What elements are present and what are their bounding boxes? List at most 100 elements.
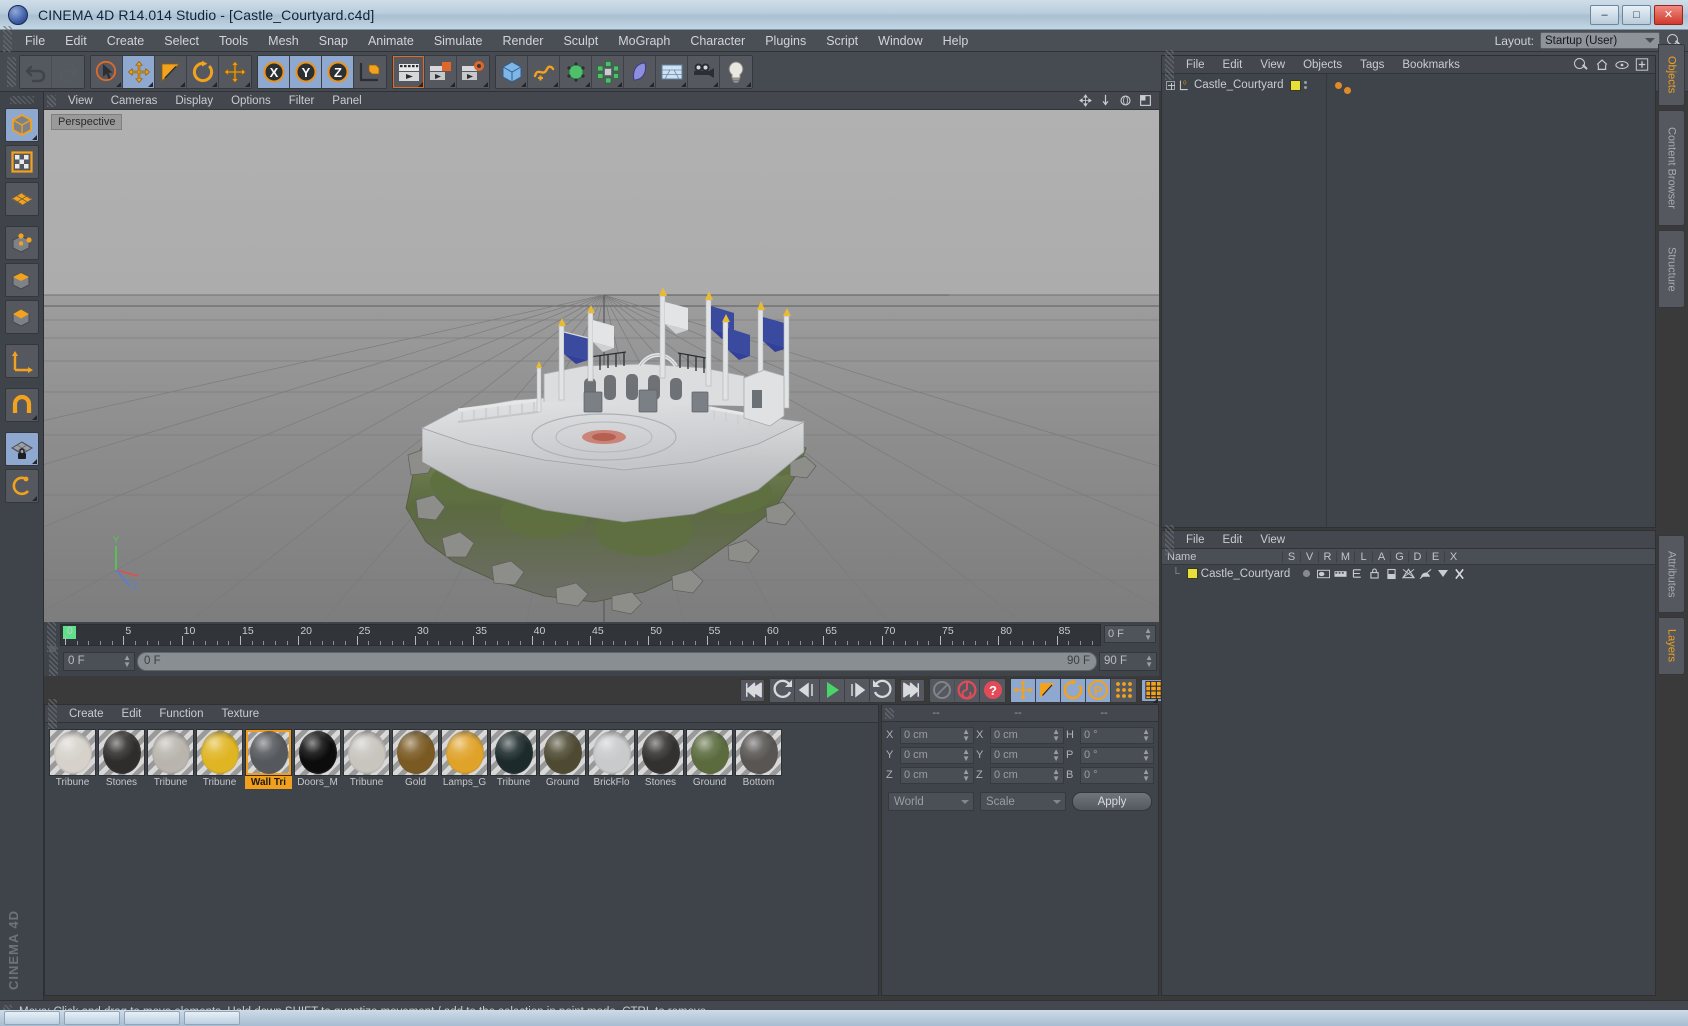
search-icon[interactable] bbox=[1573, 57, 1589, 73]
expression-icon[interactable] bbox=[1436, 567, 1450, 580]
layer-color-swatch[interactable] bbox=[1186, 568, 1198, 579]
toolbar-grip-handle[interactable] bbox=[7, 56, 16, 87]
spinner-icon[interactable]: ▲ ▼ bbox=[1145, 654, 1153, 669]
layer-row[interactable]: └ Castle_Courtyard bbox=[1162, 565, 1655, 582]
viewport-menu-cameras[interactable]: Cameras bbox=[102, 92, 167, 110]
tab-layers[interactable]: Layers bbox=[1658, 617, 1685, 675]
spinner-icon[interactable]: ▲ ▼ bbox=[962, 728, 970, 743]
magnet-icon[interactable] bbox=[4, 388, 39, 422]
floor-environment-icon[interactable] bbox=[656, 55, 688, 88]
manager-icon[interactable] bbox=[1351, 567, 1365, 580]
menu-sculpt[interactable]: Sculpt bbox=[553, 30, 608, 52]
eye-icon[interactable] bbox=[1615, 60, 1629, 70]
spinner-icon[interactable]: ▲ ▼ bbox=[1052, 768, 1060, 783]
generators-icon[interactable] bbox=[1402, 567, 1416, 580]
move-icon[interactable] bbox=[123, 55, 155, 88]
record-active-objects-icon[interactable] bbox=[930, 678, 955, 702]
menu-help[interactable]: Help bbox=[933, 30, 979, 52]
object-menu-bookmarks[interactable]: Bookmarks bbox=[1393, 56, 1469, 74]
material-tag-icon[interactable] bbox=[1335, 81, 1342, 89]
layer-menu-file[interactable]: File bbox=[1177, 531, 1214, 549]
render-icon[interactable] bbox=[1334, 567, 1348, 580]
material-preview[interactable] bbox=[539, 729, 586, 776]
pos-z-field[interactable]: 0 cm ▲ ▼ bbox=[900, 766, 974, 784]
viewport-menu-view[interactable]: View bbox=[59, 92, 102, 110]
taskbar-item[interactable] bbox=[4, 1011, 60, 1025]
document-end-field[interactable]: 90 F ▲ ▼ bbox=[1099, 651, 1157, 671]
menu-file[interactable]: File bbox=[15, 30, 55, 52]
object-menu-file[interactable]: File bbox=[1177, 56, 1214, 74]
menu-edit[interactable]: Edit bbox=[55, 30, 97, 52]
material-swatch[interactable]: Tribune bbox=[196, 729, 243, 789]
spinner-icon[interactable]: ▲ ▼ bbox=[962, 768, 970, 783]
menu-grip-handle[interactable] bbox=[3, 25, 12, 56]
undo-icon[interactable] bbox=[20, 55, 52, 88]
enable-snap-icon[interactable] bbox=[4, 469, 39, 503]
object-tags-column[interactable] bbox=[1327, 74, 1655, 527]
viewport-menu-panel[interactable]: Panel bbox=[323, 92, 370, 110]
menu-simulate[interactable]: Simulate bbox=[424, 30, 493, 52]
material-preview[interactable] bbox=[490, 729, 537, 776]
home-icon[interactable] bbox=[1595, 58, 1609, 71]
material-swatch[interactable]: Tribune bbox=[49, 729, 96, 789]
workplane-lock-icon[interactable] bbox=[4, 432, 39, 466]
menu-create[interactable]: Create bbox=[97, 30, 155, 52]
expand-toggle-icon[interactable] bbox=[1166, 80, 1175, 90]
viewport-menu-display[interactable]: Display bbox=[166, 92, 222, 110]
material-swatch[interactable]: Ground bbox=[686, 729, 733, 789]
material-preview[interactable] bbox=[686, 729, 733, 776]
material-swatch[interactable]: Tribune bbox=[147, 729, 194, 789]
material-preview[interactable] bbox=[392, 729, 439, 776]
size-x-field[interactable]: 0 cm ▲ ▼ bbox=[990, 726, 1064, 744]
menu-mesh[interactable]: Mesh bbox=[258, 30, 309, 52]
viewport-menu-filter[interactable]: Filter bbox=[280, 92, 324, 110]
axis-modify-icon[interactable] bbox=[4, 344, 39, 378]
polygon-mesh-icon[interactable] bbox=[4, 182, 39, 216]
material-preview[interactable] bbox=[441, 729, 488, 776]
object-row-castle-courtyard[interactable]: 0 Castle_Courtyard bbox=[1162, 77, 1326, 93]
scale-icon[interactable] bbox=[155, 55, 187, 88]
apply-button[interactable]: Apply bbox=[1072, 792, 1152, 811]
material-menu-function[interactable]: Function bbox=[150, 705, 212, 723]
frames-grip-handle[interactable] bbox=[49, 646, 58, 676]
render-to-picture-viewer-icon[interactable] bbox=[425, 55, 457, 88]
tab-objects[interactable]: Objects bbox=[1658, 44, 1685, 106]
polygon-mode-icon[interactable] bbox=[4, 300, 39, 334]
menu-tools[interactable]: Tools bbox=[209, 30, 258, 52]
redo-icon[interactable] bbox=[52, 55, 84, 88]
key-scale-icon[interactable] bbox=[1036, 678, 1061, 702]
rot-p-field[interactable]: 0 ° ▲ ▼ bbox=[1080, 746, 1154, 764]
spinner-icon[interactable]: ▲ ▼ bbox=[1144, 627, 1152, 642]
size-z-field[interactable]: 0 cm ▲ ▼ bbox=[990, 766, 1064, 784]
close-button[interactable]: ✕ bbox=[1654, 4, 1683, 25]
layout-dropdown[interactable]: Startup (User) bbox=[1540, 32, 1660, 49]
previous-key-icon[interactable] bbox=[770, 678, 795, 702]
y-axis-icon[interactable]: Y bbox=[290, 55, 322, 88]
menu-mograph[interactable]: MoGraph bbox=[608, 30, 680, 52]
object-tag-row[interactable] bbox=[1327, 77, 1655, 94]
timeline-end-field[interactable]: 0 F ▲ ▼ bbox=[1104, 625, 1156, 643]
material-preview[interactable] bbox=[588, 729, 635, 776]
zoom-view-icon[interactable] bbox=[1099, 94, 1112, 107]
rot-b-field[interactable]: 0 ° ▲ ▼ bbox=[1080, 766, 1154, 784]
render-view-icon[interactable] bbox=[393, 55, 425, 88]
menu-script[interactable]: Script bbox=[816, 30, 868, 52]
texture-mode-icon[interactable] bbox=[4, 145, 39, 179]
minimize-button[interactable]: – bbox=[1590, 4, 1619, 25]
menu-animate[interactable]: Animate bbox=[358, 30, 424, 52]
material-menu-edit[interactable]: Edit bbox=[113, 705, 151, 723]
timeline-range-scrollbar[interactable]: 0 F 90 F bbox=[137, 651, 1097, 671]
object-flags-icon[interactable] bbox=[1304, 81, 1311, 89]
menu-render[interactable]: Render bbox=[492, 30, 553, 52]
coordinates-grip-handle[interactable] bbox=[885, 707, 894, 719]
play-icon[interactable] bbox=[820, 678, 845, 702]
autokeying-icon[interactable] bbox=[955, 678, 980, 702]
rotate-icon[interactable] bbox=[187, 55, 219, 88]
size-y-field[interactable]: 0 cm ▲ ▼ bbox=[990, 746, 1064, 764]
viewport-grip-handle[interactable] bbox=[47, 94, 56, 107]
layer-color-chip[interactable] bbox=[1290, 79, 1302, 91]
current-frame-field[interactable]: 0 F ▲ ▼ bbox=[63, 651, 135, 671]
layer-grip-handle[interactable] bbox=[1165, 524, 1174, 555]
material-swatch[interactable]: Bottom bbox=[735, 729, 782, 789]
viewport-3d-canvas[interactable]: Perspective Y Z bbox=[44, 110, 1159, 622]
